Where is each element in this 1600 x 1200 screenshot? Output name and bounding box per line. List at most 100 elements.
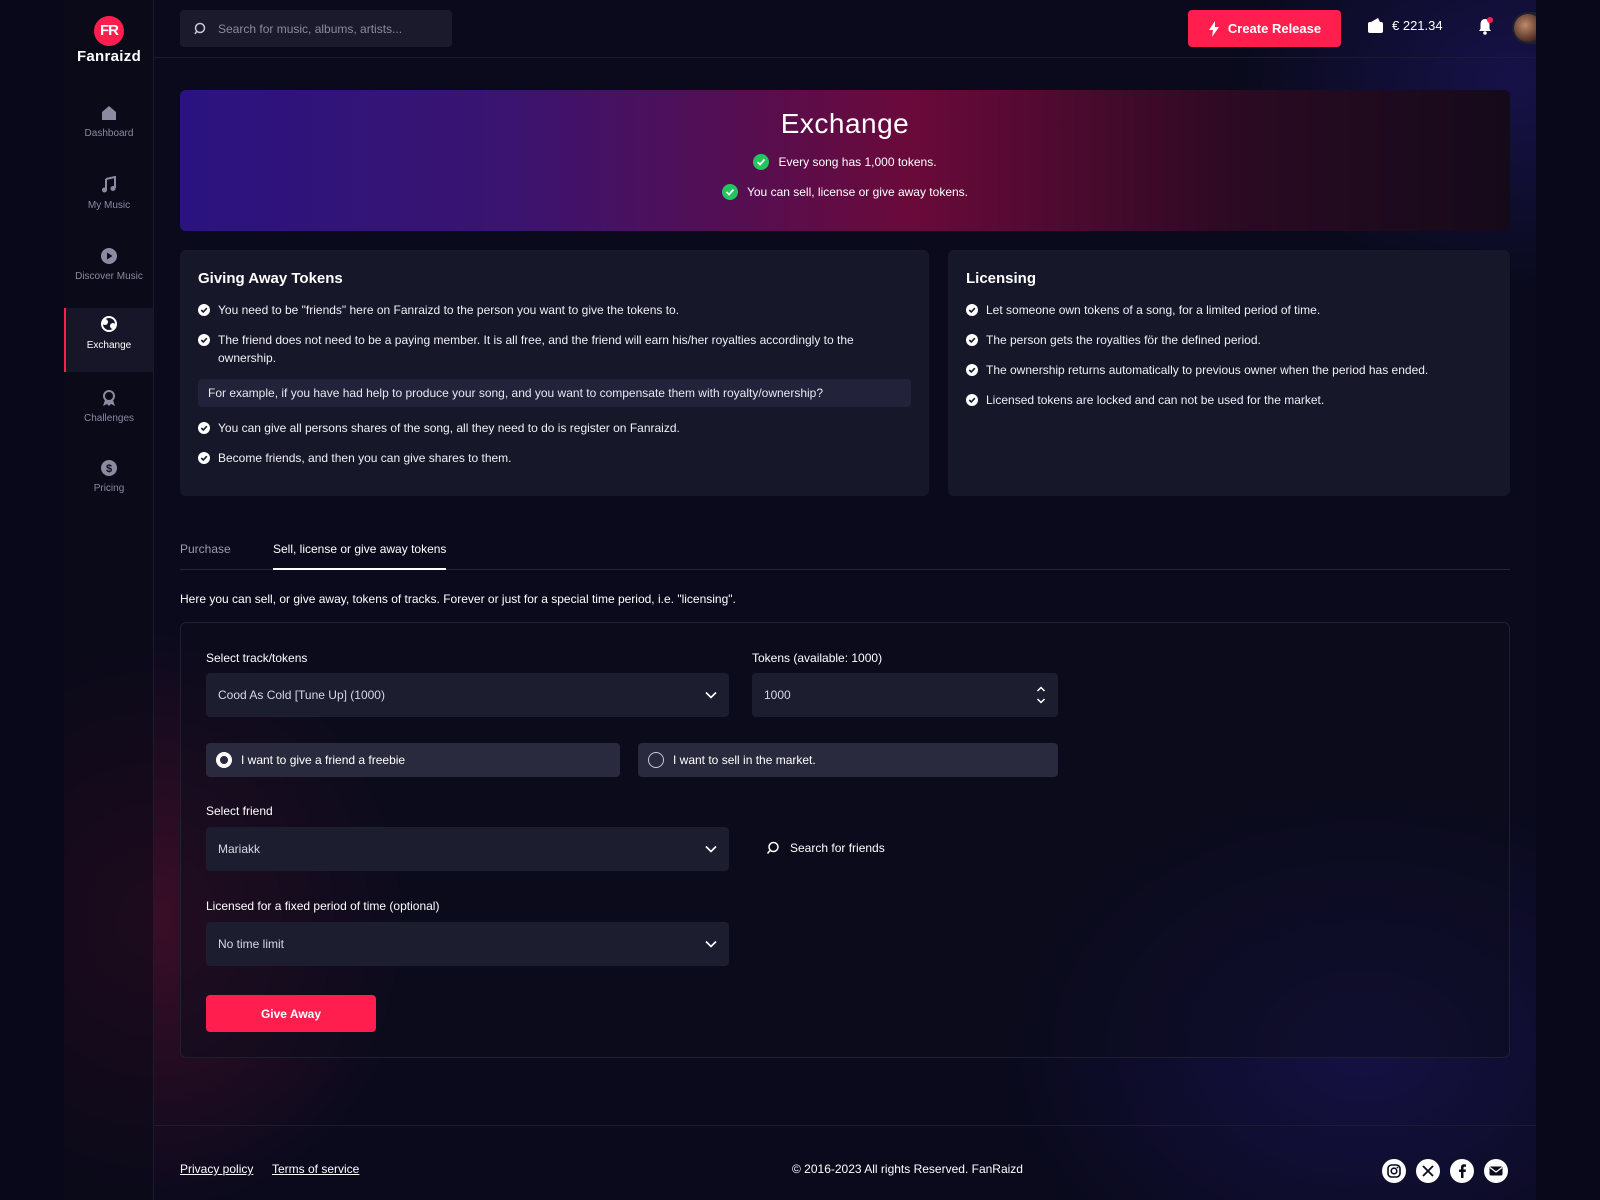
instagram-icon[interactable] [1382,1159,1406,1183]
check-circle-icon [753,154,770,170]
search-icon [194,22,206,34]
hero-line-text: Every song has 1,000 tokens. [778,155,937,169]
radio-freebie-label: I want to give a friend a freebie [241,753,406,767]
radio-market[interactable]: I want to sell in the market. [638,743,1058,777]
list-item-text: Let someone own tokens of a song, for a … [986,303,1321,317]
hero-line: Every song has 1,000 tokens. [180,154,1510,170]
tab-intro-text: Here you can sell, or give away, tokens … [180,592,736,606]
friend-label: Select friend [206,804,273,818]
list-item-text: The ownership returns automatically to p… [986,363,1429,377]
mail-icon[interactable] [1484,1159,1508,1183]
lightning-icon [1208,20,1219,37]
check-icon [966,304,978,316]
check-icon [198,334,210,346]
app-frame: FR Fanraizd Dashboard My Music Discover … [64,0,1536,1200]
period-select-value: No time limit [218,937,285,951]
tab-bar: Purchase Sell, license or give away toke… [180,542,1510,570]
award-icon [103,390,115,406]
sidebar-item-pricing[interactable]: $ Pricing [64,453,154,513]
tokens-stepper[interactable]: 1000 [752,673,1058,717]
list-item: You need to be "friends" here on Fanraiz… [198,301,911,319]
privacy-policy-link[interactable]: Privacy policy [180,1162,253,1176]
radio-freebie[interactable]: I want to give a friend a freebie [206,743,620,777]
list-item: The person gets the royalties för the de… [966,331,1492,349]
check-icon [198,304,210,316]
exchange-icon [101,316,117,332]
check-icon [198,452,210,464]
balance-amount: € 221.34 [1392,18,1443,33]
check-icon [198,422,210,434]
track-select-value: Cood As Cold [Tune Up] (1000) [218,688,385,702]
sidebar-item-dashboard[interactable]: Dashboard [64,98,154,158]
tab-purchase[interactable]: Purchase [180,542,231,570]
dollar-coin-icon: $ [101,460,117,476]
x-icon[interactable] [1416,1159,1440,1183]
facebook-icon[interactable] [1450,1159,1474,1183]
hero-line-text: You can sell, license or give away token… [746,185,968,199]
sidebar-item-label: Discover Music [75,271,143,282]
period-select[interactable]: No time limit [206,922,729,966]
friend-select-value: Mariakk [218,842,261,856]
sidebar-item-discover[interactable]: Discover Music [64,241,154,301]
copyright: © 2016-2023 All rights Reserved. FanRaiz… [792,1162,1023,1176]
radio-selected-icon [216,752,232,768]
page-title: Exchange [780,108,910,139]
list-item: Become friends, and then you can give sh… [198,449,911,467]
sidebar-item-label: Exchange [86,340,132,351]
list-item: The friend does not need to be a paying … [198,331,911,367]
create-release-button[interactable]: Create Release [1188,10,1341,47]
play-circle-icon [101,248,117,264]
exchange-hero: Exchange Every song has 1,000 tokens. Yo… [180,90,1510,231]
wallet-balance[interactable]: € 221.34 [1368,18,1443,33]
wallet-icon [1368,18,1383,33]
list-item: The ownership returns automatically to p… [966,361,1492,379]
exchange-form: Select track/tokens Cood As Cold [Tune U… [180,622,1510,1058]
give-away-button[interactable]: Give Away [206,995,376,1032]
sidebar-item-label: Dashboard [84,128,134,139]
sidebar: FR Fanraizd Dashboard My Music Discover … [64,0,154,1200]
list-item-text: Become friends, and then you can give sh… [218,451,512,465]
chevron-down-icon [705,940,717,948]
svg-text:$: $ [106,463,112,475]
tab-sell-license-give[interactable]: Sell, license or give away tokens [273,542,447,570]
sidebar-item-my-music[interactable]: My Music [64,170,154,230]
list-item-text: Licensed tokens are locked and can not b… [986,393,1325,407]
sidebar-item-exchange[interactable]: Exchange [64,308,154,372]
list-item: Let someone own tokens of a song, for a … [966,301,1492,319]
check-circle-icon [721,184,738,200]
hero-line: You can sell, license or give away token… [180,184,1510,200]
check-icon [966,364,978,376]
giving-away-card: Giving Away Tokens You need to be "frien… [180,250,929,496]
logo-text: Fanraizd [76,48,142,65]
logo-badge: FR [94,16,124,46]
track-select[interactable]: Cood As Cold [Tune Up] (1000) [206,673,729,717]
notification-dot [1487,17,1493,23]
sidebar-item-challenges[interactable]: Challenges [64,383,154,443]
terms-link[interactable]: Terms of service [272,1162,359,1176]
licensing-card: Licensing Let someone own tokens of a so… [948,250,1510,496]
search-input[interactable]: Search for music, albums, artists... [218,22,402,36]
tokens-label: Tokens (available: 1000) [752,651,883,665]
list-item-text: The person gets the royalties för the de… [986,333,1261,347]
chevron-down-icon [705,691,717,699]
check-icon [966,394,978,406]
tokens-value: 1000 [764,688,791,702]
card-title: Licensing [966,270,1037,287]
list-item: You can give all persons shares of the s… [198,419,911,437]
logo[interactable]: FR Fanraizd [64,16,154,65]
user-menu[interactable] [1512,12,1536,44]
search-bar[interactable]: Search for music, albums, artists... [180,10,452,47]
list-item: Licensed tokens are locked and can not b… [966,391,1492,409]
search-friends-label: Search for friends [790,841,885,855]
list-item-text: The friend does not need to be a paying … [218,333,854,365]
sidebar-item-label: Challenges [83,413,135,424]
radio-market-label: I want to sell in the market. [673,753,816,767]
check-icon [966,334,978,346]
music-note-icon [102,176,116,193]
search-friends-link[interactable]: Search for friends [766,841,885,855]
stepper-arrows-icon[interactable] [1036,685,1046,705]
sidebar-item-label: My Music [87,200,131,211]
top-header: Search for music, albums, artists... Cre… [154,0,1536,58]
search-icon [766,841,779,854]
friend-select[interactable]: Mariakk [206,827,729,871]
